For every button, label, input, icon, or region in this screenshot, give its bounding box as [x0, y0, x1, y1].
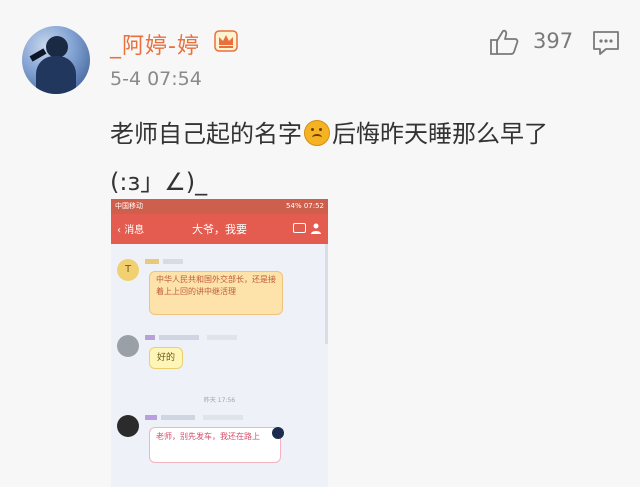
group-members-icon[interactable] — [310, 222, 322, 234]
username[interactable]: _阿婷-婷 — [110, 28, 200, 60]
avatar[interactable] — [117, 335, 139, 357]
chat-message: 老师，别先发车，我还在路上 — [149, 427, 281, 463]
comment-text-part1: 老师自己起的名字 — [110, 120, 302, 148]
chat-message: 中华人民共和国外交部长，还是接着上上回的讲中继活理 — [149, 271, 283, 315]
timestamp: 5-4 07:54 — [110, 68, 202, 90]
avatar[interactable] — [117, 415, 139, 437]
scrollbar[interactable] — [325, 244, 328, 344]
attached-screenshot[interactable]: 中国移动 54% 07:52 ‹ 消息 大爷，我要 T 中华人民共和国外交部长，… — [111, 199, 328, 487]
pixelated-name — [159, 335, 199, 340]
pixelated-name — [163, 259, 183, 264]
reply-icon[interactable] — [592, 30, 620, 56]
upside-down-face-icon — [304, 120, 330, 146]
pixelated-name — [145, 259, 159, 264]
thumbs-up-icon[interactable] — [488, 28, 520, 56]
sticker-icon — [272, 427, 284, 439]
crown-icon — [214, 30, 238, 52]
battery-time: 54% 07:52 — [286, 202, 324, 210]
comment-text-part2: 后悔昨天睡那么早了 — [332, 120, 548, 148]
pixelated-name — [161, 415, 195, 420]
comment-text-line2: (:з」∠)_ — [110, 168, 208, 196]
pixelated-name — [207, 335, 237, 340]
comment-card: _阿婷-婷 5-4 07:54 397 老师自己起的名字 后悔昨天睡那么早了 (:… — [0, 0, 640, 487]
avatar[interactable] — [22, 26, 90, 94]
pixelated-name — [145, 335, 155, 340]
like-count: 397 — [533, 29, 574, 53]
chat-navbar: ‹ 消息 大爷，我要 — [111, 214, 328, 244]
pixelated-name — [203, 415, 243, 420]
carrier-label: 中国移动 — [115, 202, 143, 210]
phone-status-bar: 中国移动 54% 07:52 — [111, 199, 328, 214]
pixelated-name — [145, 415, 157, 420]
chat-message: 好的 — [149, 347, 183, 369]
comment-text: 老师自己起的名字 后悔昨天睡那么早了 (:з」∠)_ — [110, 110, 620, 206]
time-divider: 昨天 17:56 — [203, 397, 236, 404]
avatar[interactable]: T — [117, 259, 139, 281]
profile-card-icon[interactable] — [293, 223, 306, 233]
